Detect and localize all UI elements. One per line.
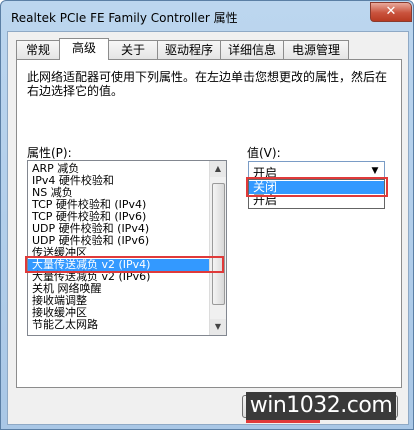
tab-about[interactable]: 关于 xyxy=(108,40,158,59)
tab-details[interactable]: 详细信息 xyxy=(220,40,284,59)
close-icon: ✕ xyxy=(385,4,397,19)
tab-power-management[interactable]: 电源管理 xyxy=(283,40,349,59)
window-title: Realtek PCIe FE Family Controller 属性 xyxy=(11,11,238,25)
scrollbar-thumb[interactable] xyxy=(212,183,225,305)
arrow-up-icon[interactable]: ▲ xyxy=(210,161,226,177)
dialog-body: 常规 高级 关于 驱动程序 详细信息 电源管理 此网络适配器可使用下列属性。在左… xyxy=(7,31,409,425)
listbox-scrollbar[interactable]: ▲ ▼ xyxy=(209,161,226,335)
tab-driver[interactable]: 驱动程序 xyxy=(157,40,221,59)
advanced-tab-panel: 此网络适配器可使用下列属性。在左边单击您想更改的属性，然后在右边选择它的值。 属… xyxy=(16,59,402,388)
list-item[interactable]: 节能乙太网路 xyxy=(28,319,212,331)
description-text: 此网络适配器可使用下列属性。在左边单击您想更改的属性，然后在右边选择它的值。 xyxy=(27,70,388,98)
arrow-down-icon[interactable]: ▼ xyxy=(210,319,226,335)
annotation-highlight-option xyxy=(246,177,388,197)
value-label: 值(V): xyxy=(247,146,281,160)
property-label: 属性(P): xyxy=(27,146,72,160)
tab-general[interactable]: 常规 xyxy=(16,40,60,59)
annotation-highlight-button xyxy=(246,420,320,423)
annotation-highlight-property xyxy=(25,256,224,273)
watermark-logo: win1032.com xyxy=(246,392,396,420)
title-bar[interactable]: Realtek PCIe FE Family Controller 属性 ✕ xyxy=(1,1,413,31)
property-listbox[interactable]: ARP 减负 IPv4 硬件校验和 NS 减负 TCP 硬件校验和 (IPv4)… xyxy=(27,160,227,336)
close-button[interactable]: ✕ xyxy=(370,2,412,22)
tab-advanced[interactable]: 高级 xyxy=(59,38,109,60)
properties-window: Realtek PCIe FE Family Controller 属性 ✕ 常… xyxy=(0,0,414,430)
